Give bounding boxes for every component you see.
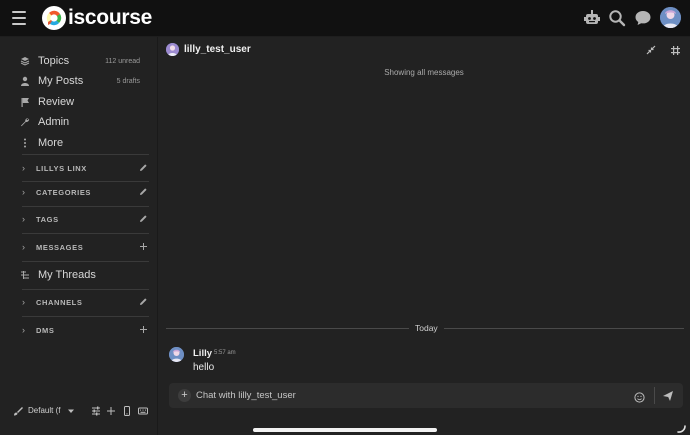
- plus-icon[interactable]: [138, 324, 148, 334]
- sidebar-item-review[interactable]: Review: [0, 92, 158, 112]
- wrench-icon: [19, 116, 31, 128]
- pencil-icon[interactable]: [138, 213, 148, 223]
- sidebar-item-label: My Threads: [38, 269, 96, 281]
- sidebar-divider: [22, 316, 149, 317]
- chevron-right-icon: ›: [22, 325, 25, 335]
- send-icon[interactable]: [662, 389, 675, 402]
- section-channels[interactable]: › CHANNELS: [22, 292, 150, 312]
- keyboard-icon[interactable]: [138, 406, 148, 416]
- caret-down-icon[interactable]: [66, 406, 76, 416]
- sidebar-divider: [22, 206, 149, 207]
- section-tags[interactable]: › TAGS: [22, 209, 150, 229]
- sidebar-item-topics[interactable]: Topics 112 unread: [0, 51, 158, 71]
- message-avatar[interactable]: [169, 347, 184, 362]
- sidebar-item-label: Review: [38, 96, 75, 108]
- sidebar-item-label: Admin: [38, 116, 70, 128]
- discourse-logo-mark: [42, 6, 66, 30]
- discourse-logo[interactable]: iscourse: [41, 5, 152, 31]
- pencil-icon[interactable]: [138, 296, 148, 306]
- section-label: DMS: [36, 325, 55, 335]
- sidebar-item-more[interactable]: More: [0, 133, 158, 153]
- sidebar-divider: [22, 154, 149, 155]
- message-text: hello: [193, 362, 215, 373]
- sidebar-divider: [22, 233, 149, 234]
- chat-composer: +: [169, 383, 683, 408]
- search-icon[interactable]: [608, 9, 626, 27]
- section-label: LILLYS LINX: [36, 163, 87, 173]
- top-header: iscourse: [0, 0, 690, 37]
- composer-divider: [654, 387, 655, 404]
- theme-selector[interactable]: Default (f: [28, 406, 60, 415]
- section-label: TAGS: [36, 214, 59, 224]
- channel-header: lilly_test_user: [158, 37, 690, 63]
- chevron-right-icon: ›: [22, 297, 25, 307]
- sidebar-item-label: More: [38, 137, 64, 149]
- chevron-right-icon: ›: [22, 163, 25, 173]
- channel-settings-icon[interactable]: [669, 44, 681, 56]
- message-username[interactable]: Lilly: [193, 348, 212, 359]
- channel-avatar: [166, 43, 179, 56]
- layers-icon: [19, 55, 31, 67]
- pencil-icon[interactable]: [138, 162, 148, 172]
- sidebar-item-my-threads[interactable]: My Threads: [0, 265, 158, 285]
- plus-icon[interactable]: [138, 241, 148, 251]
- sidebar-item-label: My Posts: [38, 75, 84, 87]
- section-lillys-linx[interactable]: › LILLYS LINX: [22, 158, 150, 178]
- section-messages[interactable]: › MESSAGES: [22, 237, 150, 257]
- logo-text: iscourse: [68, 6, 152, 29]
- emoji-icon[interactable]: [634, 390, 645, 403]
- section-dms[interactable]: › DMS: [22, 320, 150, 340]
- chat-panel: lilly_test_user Showing all messages Tod…: [158, 37, 690, 435]
- sidebar-item-admin[interactable]: Admin: [0, 112, 158, 132]
- brush-icon[interactable]: [13, 406, 23, 416]
- pencil-icon[interactable]: [138, 186, 148, 196]
- unread-count: 112 unread: [105, 57, 140, 65]
- hamburger-icon[interactable]: [12, 11, 26, 25]
- flag-icon: [19, 96, 31, 108]
- more-vertical-icon: [19, 137, 31, 149]
- section-label: MESSAGES: [36, 242, 84, 252]
- chat-bubble-icon[interactable]: [634, 9, 652, 27]
- sidebar-divider: [22, 261, 149, 262]
- loading-spinner-icon: [677, 421, 687, 433]
- mobile-icon[interactable]: [122, 406, 132, 416]
- sidebar: Topics 112 unread My Posts 5 drafts Revi…: [0, 37, 158, 435]
- section-label: CATEGORIES: [36, 187, 92, 197]
- section-categories[interactable]: › CATEGORIES: [22, 182, 150, 202]
- date-separator-label: Today: [409, 323, 444, 333]
- section-label: CHANNELS: [36, 297, 83, 307]
- user-icon: [19, 75, 31, 87]
- threads-icon: [19, 269, 31, 281]
- sidebar-footer: Default (f: [0, 401, 158, 421]
- plus-icon[interactable]: [106, 406, 116, 416]
- chat-input[interactable]: [196, 387, 616, 404]
- sidebar-item-label: Topics: [38, 55, 70, 67]
- message-timestamp: 5:57 am: [214, 350, 236, 356]
- collapse-icon[interactable]: [645, 44, 657, 56]
- chevron-right-icon: ›: [22, 214, 25, 224]
- showing-all-messages: Showing all messages: [384, 68, 464, 77]
- chevron-right-icon: ›: [22, 242, 25, 252]
- user-avatar[interactable]: [660, 7, 681, 28]
- robot-icon[interactable]: [583, 9, 601, 27]
- sidebar-item-my-posts[interactable]: My Posts 5 drafts: [0, 71, 158, 91]
- channel-title[interactable]: lilly_test_user: [184, 44, 251, 55]
- filter-icon[interactable]: [91, 406, 101, 416]
- sidebar-divider: [22, 289, 149, 290]
- add-attachment-button[interactable]: +: [178, 389, 191, 402]
- draft-count: 5 drafts: [116, 77, 140, 85]
- home-indicator: [253, 428, 437, 432]
- chevron-right-icon: ›: [22, 187, 25, 197]
